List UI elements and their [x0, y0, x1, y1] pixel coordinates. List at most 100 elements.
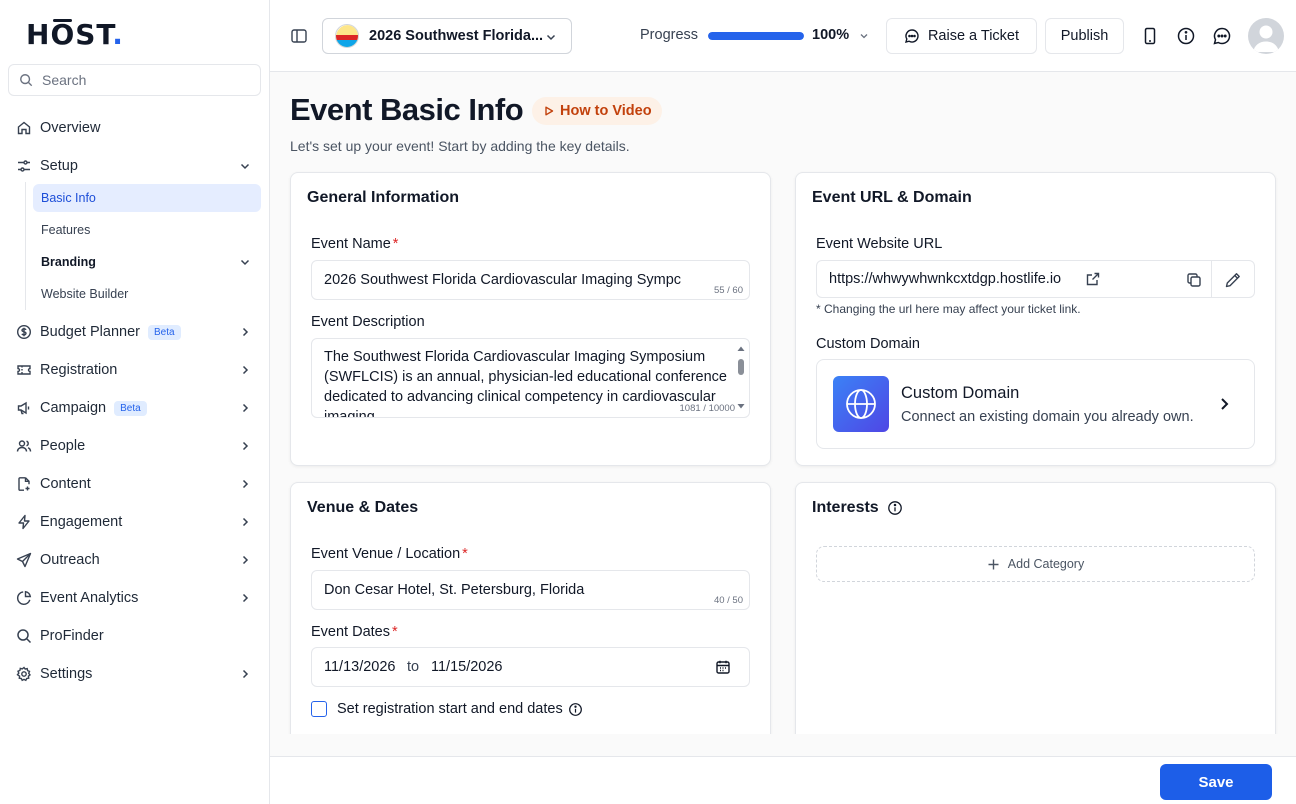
chat-icon[interactable] — [1212, 26, 1232, 46]
progress-bar — [708, 32, 804, 40]
event-venue-label: Event Venue / Location * — [311, 546, 468, 562]
play-icon — [545, 106, 554, 116]
info-icon[interactable] — [887, 500, 903, 516]
url-change-note: * Changing the url here may affect your … — [816, 302, 1081, 316]
sliders-icon — [18, 160, 30, 172]
event-selector[interactable]: 2026 Southwest Florida... — [322, 18, 572, 54]
sidebar-toggle-icon[interactable] — [290, 27, 308, 45]
chevron-right-icon — [242, 403, 249, 413]
event-dates-picker[interactable]: 11/13/2026 to 11/15/2026 — [311, 647, 750, 687]
sidebar-subitem-branding[interactable]: Branding — [33, 248, 261, 276]
sidebar-subitem-website-builder[interactable]: Website Builder — [33, 280, 261, 308]
card-title-text: Interests — [812, 499, 879, 516]
page-subtitle: Let's set up your event! Start by adding… — [290, 138, 630, 154]
end-date[interactable]: 11/15/2026 — [431, 659, 503, 675]
publish-label: Publish — [1060, 28, 1109, 44]
sidebar-item-profinder[interactable]: ProFinder — [8, 620, 261, 652]
pencil-icon[interactable] — [1224, 271, 1242, 289]
card-title: Event URL & Domain — [812, 189, 972, 206]
event-logo — [335, 24, 359, 48]
globe-icon — [846, 389, 876, 419]
ticket-icon — [17, 365, 31, 375]
chevron-right-icon — [242, 669, 249, 679]
search-icon — [20, 74, 33, 87]
sidebar-item-label: Overview — [40, 120, 101, 136]
sidebar-item-label: Settings — [40, 666, 93, 682]
save-button[interactable]: Save — [1160, 764, 1272, 800]
gear-icon — [16, 666, 31, 682]
event-description-field[interactable]: The Southwest Florida Cardiovascular Ima… — [311, 338, 750, 418]
sidebar-search[interactable] — [8, 64, 261, 96]
sidebar-item-setup[interactable]: Setup — [8, 150, 261, 182]
plus-icon — [988, 559, 999, 569]
registration-dates-toggle[interactable]: Set registration start and end dates — [311, 701, 583, 717]
venue-dates-card: Venue & Dates Event Venue / Location* 40… — [290, 482, 771, 734]
calendar-icon[interactable] — [715, 659, 731, 675]
registration-dates-checkbox[interactable] — [311, 701, 327, 717]
sidebar-item-content[interactable]: Content — [8, 468, 261, 500]
subitem-label: Branding — [41, 255, 96, 269]
chevron-right-icon — [242, 479, 249, 489]
sidebar-item-settings[interactable]: Settings — [8, 658, 261, 690]
sidebar-item-outreach[interactable]: Outreach — [8, 544, 261, 576]
divider — [1211, 261, 1212, 297]
how-to-video-button[interactable]: How to Video — [532, 97, 662, 125]
label-text: Event Name — [311, 236, 391, 252]
label-text: Event Dates — [311, 624, 390, 640]
page-title: Event Basic Info — [290, 92, 524, 127]
card-title: Interests — [812, 499, 903, 517]
publish-button[interactable]: Publish — [1045, 18, 1124, 54]
sidebar-item-registration[interactable]: Registration — [8, 354, 261, 386]
sidebar-item-label: Outreach — [40, 552, 100, 568]
sidebar-item-label: Engagement — [40, 514, 123, 530]
custom-domain-option[interactable]: Custom Domain Connect an existing domain… — [816, 359, 1255, 449]
add-category-button[interactable]: Add Category — [816, 546, 1255, 582]
sidebar-subitem-basic-info[interactable]: Basic Info — [33, 184, 261, 212]
event-description-text[interactable]: The Southwest Florida Cardiovascular Ima… — [324, 347, 734, 417]
event-url-value[interactable]: https://whwywhwnkcxtdgp.hostlife.io — [829, 271, 1061, 287]
host-logo[interactable]: HOST. — [26, 18, 124, 51]
submenu-line — [25, 182, 26, 310]
sidebar-item-overview[interactable]: Overview — [8, 112, 261, 144]
sidebar-subitem-features[interactable]: Features — [33, 216, 261, 244]
pie-chart-icon — [17, 590, 32, 605]
chevron-right-icon — [242, 517, 249, 527]
subitem-label: Features — [41, 223, 91, 237]
sidebar-item-budget-planner[interactable]: Budget Planner Beta — [8, 316, 261, 348]
sidebar-item-event-analytics[interactable]: Event Analytics — [8, 582, 261, 614]
event-venue-input[interactable] — [324, 571, 701, 609]
user-avatar[interactable] — [1248, 18, 1284, 54]
beta-badge: Beta — [114, 400, 147, 416]
sidebar-item-engagement[interactable]: Engagement — [8, 506, 261, 538]
event-dates-label: Event Dates * — [311, 624, 398, 640]
sidebar-item-campaign[interactable]: Campaign Beta — [8, 392, 261, 424]
sidebar-item-label: Campaign — [40, 400, 107, 416]
raise-ticket-label: Raise a Ticket — [927, 28, 1020, 44]
event-name: 2026 Southwest Florida... — [369, 28, 544, 44]
sidebar-item-people[interactable]: People — [8, 430, 261, 462]
chevron-right-icon — [242, 441, 249, 451]
custom-domain-label: Custom Domain — [816, 336, 920, 352]
raise-ticket-button[interactable]: Raise a Ticket — [886, 18, 1037, 54]
topbar: 2026 Southwest Florida... Progress 100% … — [270, 0, 1296, 72]
sidebar-item-label: Budget Planner — [40, 324, 140, 340]
bolt-icon — [18, 514, 30, 530]
card-title: Venue & Dates — [307, 499, 419, 516]
mobile-preview-icon[interactable] — [1140, 26, 1160, 46]
search-input[interactable] — [42, 72, 242, 88]
info-icon[interactable] — [568, 702, 583, 717]
copy-icon[interactable] — [1185, 271, 1203, 289]
chevron-down-icon[interactable] — [858, 30, 870, 42]
external-link-icon[interactable] — [1085, 271, 1101, 287]
add-category-label: Add Category — [1007, 557, 1085, 571]
info-icon[interactable] — [1176, 26, 1196, 46]
chevron-down-icon — [546, 34, 556, 41]
char-count: 40 / 50 — [713, 595, 743, 606]
textarea-scrollbar[interactable] — [736, 343, 746, 411]
message-circle-icon — [904, 29, 919, 43]
start-date[interactable]: 11/13/2026 — [324, 659, 396, 675]
event-name-input[interactable] — [324, 261, 704, 299]
required-asterisk: * — [392, 236, 399, 252]
event-venue-field: 40 / 50 — [311, 570, 750, 610]
send-icon — [16, 552, 32, 568]
